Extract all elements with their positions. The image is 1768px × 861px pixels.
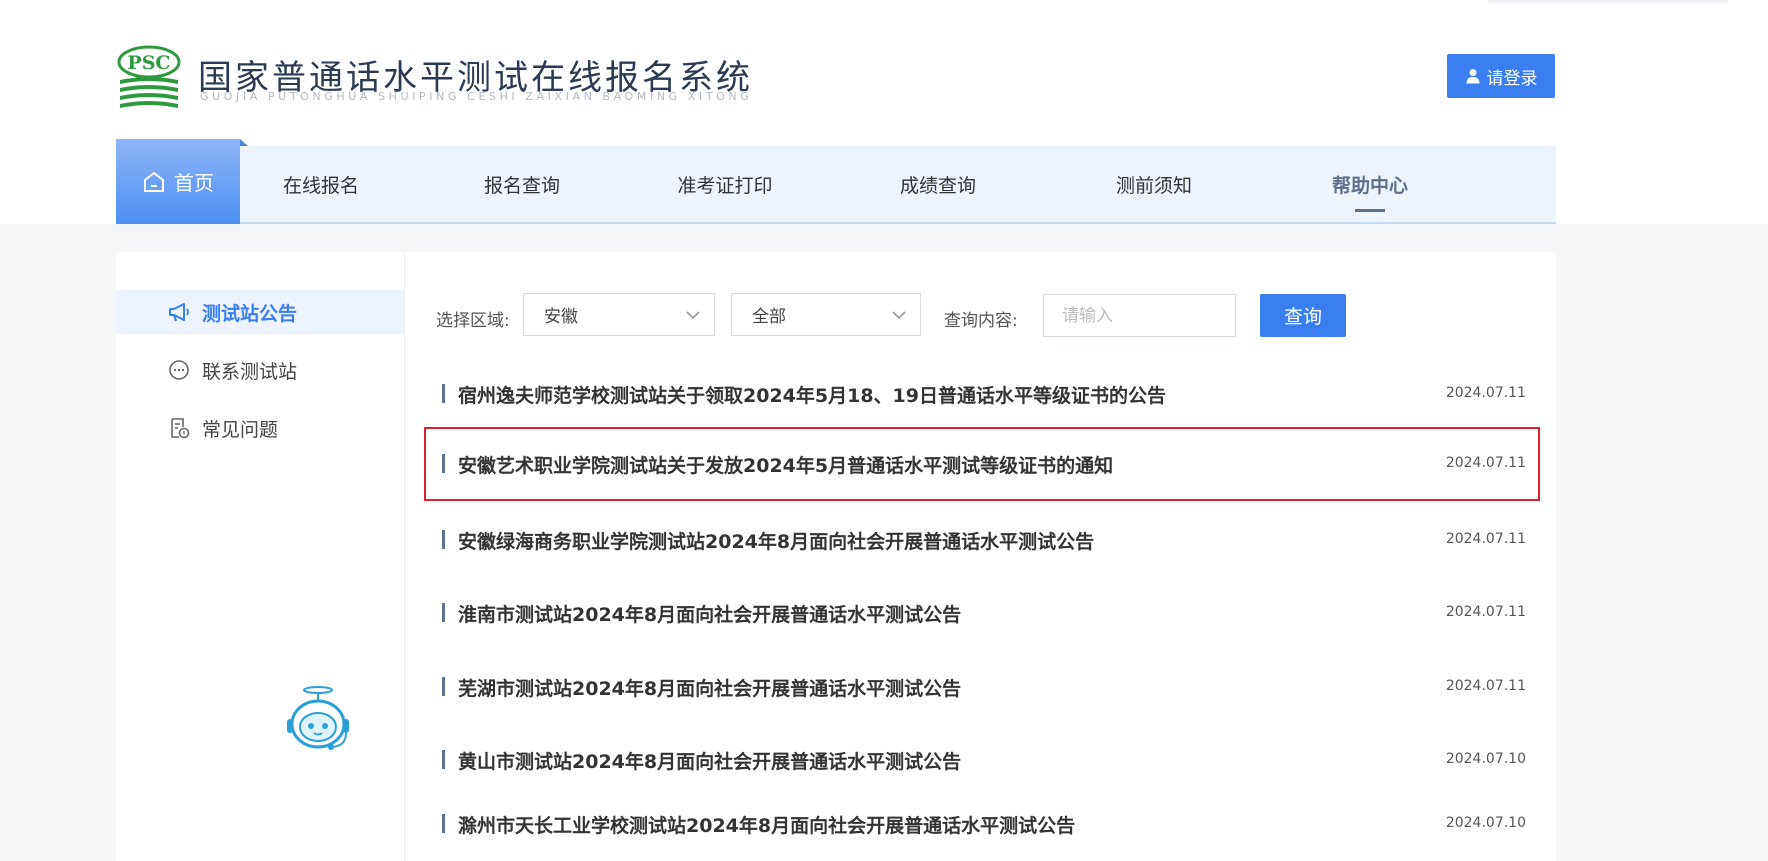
notice-title[interactable]: 芜湖市测试站2024年8月面向社会开展普通话水平测试公告 — [458, 674, 961, 701]
query-button[interactable]: 查询 — [1260, 294, 1346, 337]
login-button[interactable]: 请登录 — [1447, 54, 1555, 98]
chat-bubble-icon — [169, 360, 189, 380]
psc-logo: PSC — [117, 45, 181, 108]
user-icon — [1466, 69, 1479, 84]
notice-item[interactable]: 淮南市测试站2024年8月面向社会开展普通话水平测试公告 2024.07.11 — [424, 576, 1540, 650]
chevron-down-icon — [892, 311, 906, 320]
notice-bullet — [442, 384, 445, 403]
sidebar-item-label: 常见问题 — [202, 418, 279, 441]
svg-text:PSC: PSC — [127, 52, 170, 74]
sidebar-item-station-announcements[interactable]: 测试站公告 — [116, 290, 404, 334]
sidebar-item-label: 联系测试站 — [202, 360, 298, 383]
nav-home-label: 首页 — [174, 171, 214, 195]
region-select[interactable]: 安徽 — [523, 293, 715, 336]
region-select-value: 安徽 — [544, 307, 578, 327]
notice-title[interactable]: 宿州逸夫师范学校测试站关于领取2024年5月18、19日普通话水平等级证书的公告 — [458, 381, 1166, 408]
category-select-value: 全部 — [752, 307, 786, 327]
notice-title[interactable]: 安徽绿海商务职业学院测试站2024年8月面向社会开展普通话水平测试公告 — [458, 527, 1094, 554]
notice-title[interactable]: 滁州市天长工业学校测试站2024年8月面向社会开展普通话水平测试公告 — [458, 811, 1075, 838]
notice-item[interactable]: 芜湖市测试站2024年8月面向社会开展普通话水平测试公告 2024.07.11 — [424, 650, 1540, 724]
notice-item[interactable]: 黄山市测试站2024年8月面向社会开展普通话水平测试公告 2024.07.10 — [424, 723, 1540, 797]
nav-home[interactable]: 首页 — [116, 139, 248, 224]
nav-pretest-notice[interactable]: 测前须知 — [1074, 146, 1234, 222]
main-nav: 首页 在线报名 报名查询 准考证打印 成绩查询 测前须知 帮助中心 — [116, 139, 1556, 224]
robot-assistant-icon[interactable] — [284, 684, 352, 754]
notice-title[interactable]: 黄山市测试站2024年8月面向社会开展普通话水平测试公告 — [458, 747, 961, 774]
notice-bullet — [442, 454, 445, 473]
sidebar-item-contact-station[interactable]: 联系测试站 — [116, 348, 404, 392]
notice-bullet — [442, 677, 445, 696]
home-icon — [144, 171, 164, 192]
nav-help-center[interactable]: 帮助中心 — [1290, 146, 1450, 222]
region-label: 选择区域: — [436, 311, 510, 331]
sidebar-item-label: 测试站公告 — [202, 302, 298, 325]
site-subtitle: GUOJIA PUTONGHUA SHUIPING CESHI ZAIXIAN … — [200, 90, 753, 103]
login-label: 请登录 — [1486, 68, 1538, 89]
notice-item[interactable]: 宿州逸夫师范学校测试站关于领取2024年5月18、19日普通话水平等级证书的公告… — [424, 357, 1540, 431]
notice-date: 2024.07.10 — [1445, 815, 1526, 831]
notice-bullet — [442, 750, 445, 769]
notice-date: 2024.07.11 — [1445, 385, 1526, 401]
nav-online-registration[interactable]: 在线报名 — [241, 146, 401, 222]
document-question-icon — [171, 418, 190, 439]
sidebar-item-faq[interactable]: 常见问题 — [116, 406, 404, 450]
notice-title[interactable]: 安徽艺术职业学院测试站关于发放2024年5月普通话水平测试等级证书的通知 — [458, 451, 1113, 478]
notice-bullet — [442, 814, 445, 833]
nav-score-query[interactable]: 成绩查询 — [858, 146, 1018, 222]
notice-date: 2024.07.11 — [1445, 455, 1526, 471]
corner-shadow — [1488, 0, 1728, 6]
sidebar: 测试站公告 联系测试站 常见问题 — [116, 252, 405, 861]
query-label: 查询内容: — [944, 311, 1018, 331]
query-input[interactable] — [1043, 294, 1236, 337]
notice-bullet — [442, 603, 445, 622]
notice-item[interactable]: 滁州市天长工业学校测试站2024年8月面向社会开展普通话水平测试公告 2024.… — [424, 787, 1540, 861]
notice-title[interactable]: 淮南市测试站2024年8月面向社会开展普通话水平测试公告 — [458, 600, 961, 627]
nav-registration-query[interactable]: 报名查询 — [442, 146, 602, 222]
category-select[interactable]: 全部 — [731, 293, 921, 336]
notice-item[interactable]: 安徽绿海商务职业学院测试站2024年8月面向社会开展普通话水平测试公告 2024… — [424, 503, 1540, 577]
chevron-down-icon — [686, 311, 700, 320]
notice-date: 2024.07.11 — [1445, 531, 1526, 547]
megaphone-icon — [169, 303, 189, 322]
nav-admission-ticket-print[interactable]: 准考证打印 — [630, 146, 820, 222]
notice-date: 2024.07.11 — [1445, 678, 1526, 694]
notice-date: 2024.07.10 — [1445, 751, 1526, 767]
notice-item-highlighted[interactable]: 安徽艺术职业学院测试站关于发放2024年5月普通话水平测试等级证书的通知 202… — [424, 427, 1540, 501]
notice-bullet — [442, 530, 445, 549]
notice-date: 2024.07.11 — [1445, 604, 1526, 620]
